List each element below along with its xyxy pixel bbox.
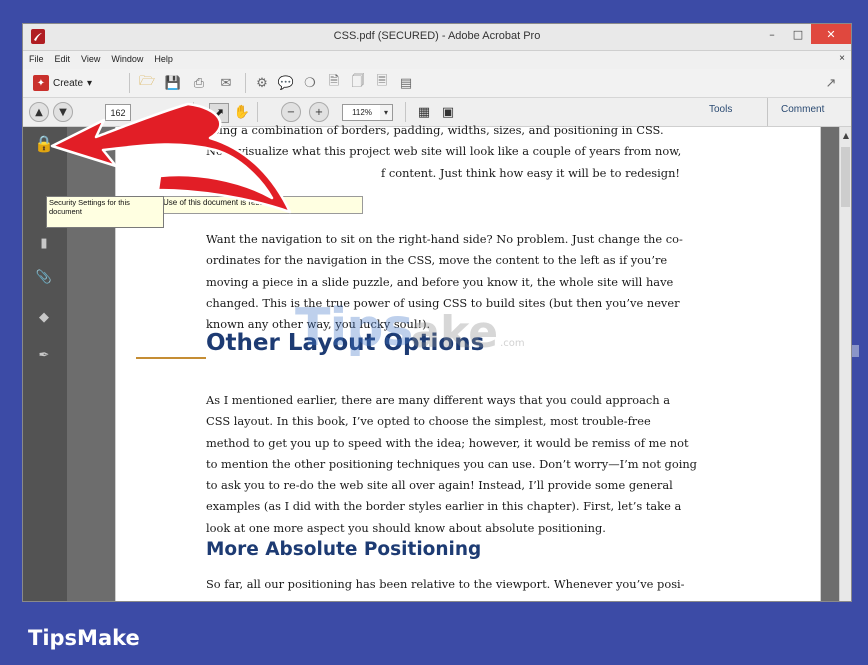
comment-bubble-icon[interactable]: 💬 bbox=[277, 74, 295, 92]
chevron-down-icon: ▾ bbox=[87, 77, 93, 89]
hand-tool-icon[interactable]: ✋ bbox=[233, 103, 251, 121]
zoom-out-icon[interactable]: − bbox=[281, 102, 301, 122]
create-label: Create bbox=[53, 77, 84, 89]
brand-footer: TipsMake bbox=[0, 610, 868, 665]
menu-window[interactable]: Window bbox=[105, 51, 148, 68]
text-line: to ask you to re-do the web site all ove… bbox=[206, 478, 673, 493]
text-line: Now, visualize what this project web sit… bbox=[206, 144, 682, 159]
signatures-icon[interactable]: ✒ bbox=[35, 347, 53, 363]
create-pdf-icon: ✦ bbox=[33, 75, 49, 91]
save-icon[interactable]: 💾 bbox=[163, 74, 183, 92]
text-line: Want the navigation to sit on the right-… bbox=[206, 232, 683, 246]
maximize-button[interactable]: □ bbox=[785, 24, 811, 44]
text-line: f content. Just think how easy it will b… bbox=[381, 165, 681, 180]
fit-page-icon[interactable]: ▦ bbox=[415, 103, 433, 121]
section-heading: Other Layout Options bbox=[206, 330, 485, 356]
acrobat-window: CSS.pdf (SECURED) - Adobe Acrobat Pro – … bbox=[22, 23, 852, 602]
minimize-button[interactable]: – bbox=[759, 24, 785, 44]
toolbar-separator bbox=[129, 73, 130, 93]
window-controls: – □ ✕ bbox=[759, 24, 851, 44]
paragraph-absolute: So far, all our positioning has been rel… bbox=[206, 574, 786, 595]
scroll-up-icon[interactable]: ▲ bbox=[840, 129, 851, 141]
subsection-heading: More Absolute Positioning bbox=[206, 539, 482, 560]
menu-help[interactable]: Help bbox=[148, 51, 178, 68]
frame-edge-mark bbox=[852, 345, 859, 357]
brand-logo-text: TipsMake bbox=[28, 626, 140, 650]
page-number-input[interactable]: 162 bbox=[105, 104, 131, 121]
close-button[interactable]: ✕ bbox=[811, 24, 851, 44]
next-page-icon[interactable]: ▼ bbox=[53, 102, 73, 122]
text-line: look at one more aspect you should know … bbox=[206, 520, 606, 535]
document-icon[interactable]: 🗎 bbox=[325, 74, 343, 92]
email-icon[interactable]: ✉ bbox=[215, 74, 237, 92]
attachment-paperclip-icon[interactable]: 📎 bbox=[35, 269, 53, 285]
layers-icon[interactable]: ◆ bbox=[35, 309, 53, 325]
toolbar-separator bbox=[405, 102, 406, 122]
text-line: As I mentioned earlier, there are many d… bbox=[206, 393, 671, 407]
create-button[interactable]: ✦ Create ▾ bbox=[29, 73, 96, 93]
screenshot-frame: CSS.pdf (SECURED) - Adobe Acrobat Pro – … bbox=[0, 0, 868, 610]
settings-gear-icon[interactable]: ⚙ bbox=[253, 74, 271, 92]
heading-rule bbox=[136, 357, 206, 359]
toolbar-separator bbox=[257, 102, 258, 122]
text-line: CSS layout. In this book, I’ve opted to … bbox=[206, 414, 651, 429]
menu-edit[interactable]: Edit bbox=[49, 51, 76, 68]
chevron-down-icon[interactable]: ▾ bbox=[380, 104, 393, 121]
text-line: moving a piece in a slide puzzle, and be… bbox=[206, 274, 674, 289]
menu-view[interactable]: View bbox=[75, 51, 105, 68]
paragraph-navigation: Want the navigation to sit on the right-… bbox=[206, 229, 786, 335]
close-document-button[interactable]: × bbox=[839, 53, 845, 64]
open-folder-icon[interactable]: 🗁 bbox=[137, 74, 157, 92]
paragraph-layout-options: As I mentioned earlier, there are many d… bbox=[206, 390, 786, 539]
form-icon[interactable]: ▤ bbox=[397, 74, 415, 92]
comment-tab[interactable]: Comment bbox=[781, 104, 824, 115]
fit-width-icon[interactable]: ▣ bbox=[439, 103, 457, 121]
window-title: CSS.pdf (SECURED) - Adobe Acrobat Pro bbox=[333, 30, 541, 42]
scroll-thumb[interactable] bbox=[841, 147, 850, 207]
print-icon[interactable]: ⎙ bbox=[189, 74, 209, 92]
text-line: method to get you up to speed with the i… bbox=[206, 435, 689, 450]
expand-icon[interactable]: ↗ bbox=[821, 74, 841, 92]
security-tooltip: Security Settings for this document bbox=[46, 196, 164, 228]
text-line: changed. This is the true power of using… bbox=[206, 295, 680, 310]
bookmark-icon[interactable]: ▮ bbox=[35, 235, 53, 251]
tools-tab[interactable]: Tools bbox=[709, 104, 732, 115]
toolbar-separator bbox=[193, 102, 194, 122]
toolbar-separator bbox=[245, 73, 246, 93]
menu-file[interactable]: File bbox=[23, 51, 49, 68]
export-icon[interactable]: 🗍 bbox=[349, 74, 367, 92]
menu-bar: File Edit View Window Help × bbox=[23, 51, 851, 68]
paragraph-intro: using a combination of borders, padding,… bbox=[206, 120, 786, 184]
vertical-scrollbar[interactable]: ▲ bbox=[839, 127, 851, 601]
stamp-icon[interactable]: ❍ bbox=[301, 74, 319, 92]
title-bar: CSS.pdf (SECURED) - Adobe Acrobat Pro – … bbox=[23, 24, 851, 51]
previous-page-icon[interactable]: ▲ bbox=[29, 102, 49, 122]
zoom-in-icon[interactable]: + bbox=[309, 102, 329, 122]
text-line: examples (as I did with the border style… bbox=[206, 499, 682, 514]
text-line: using a combination of borders, padding,… bbox=[206, 123, 664, 137]
zoom-level-input[interactable]: 112% bbox=[342, 104, 382, 121]
text-line: So far, all our positioning has been rel… bbox=[206, 577, 685, 591]
main-toolbar: ✦ Create ▾ 🗁 💾 ⎙ ✉ ⚙ 💬 ❍ 🗎 🗍 🗏 ▤ ↗ bbox=[23, 69, 851, 98]
lock-icon[interactable]: 🔒 bbox=[34, 134, 54, 153]
combine-icon[interactable]: 🗏 bbox=[373, 74, 391, 92]
restriction-tooltip: Use of this document is restricted... bbox=[158, 196, 363, 214]
text-line: ordinates for the navigation in the CSS,… bbox=[206, 253, 668, 268]
text-line: to mention the other positioning techniq… bbox=[206, 456, 697, 471]
